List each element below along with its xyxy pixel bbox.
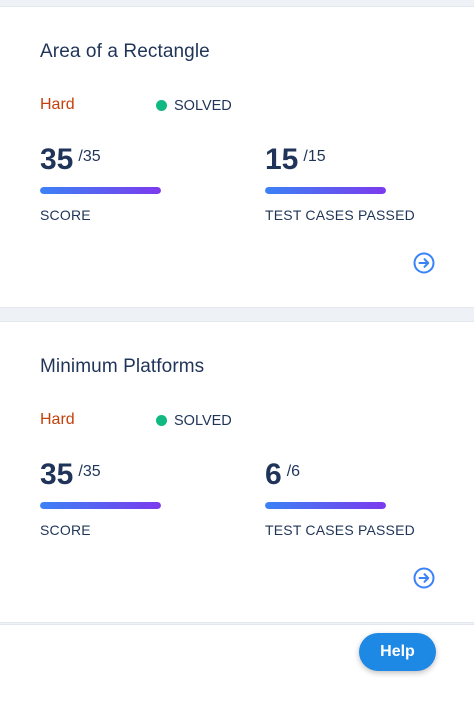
- test-cases-metric: 15 /15 TEST CASES PASSED: [265, 143, 415, 223]
- solved-dot-icon: [156, 415, 167, 426]
- problem-title: Minimum Platforms: [40, 356, 205, 377]
- test-cases-metric: 6 /6 TEST CASES PASSED: [265, 458, 415, 538]
- test-cases-progress-bar: [265, 502, 386, 509]
- problem-card: Area of a Rectangle Hard SOLVED 35 /35 S…: [0, 6, 474, 308]
- status-badge: SOLVED: [156, 96, 232, 115]
- test-cases-progress-bar: [265, 187, 386, 194]
- test-cases-value: 6: [265, 458, 282, 491]
- test-cases-total: /6: [286, 463, 301, 480]
- score-total: /35: [78, 463, 101, 480]
- problem-title: Area of a Rectangle: [40, 41, 210, 62]
- score-label: SCORE: [40, 207, 91, 223]
- test-cases-total: /15: [303, 148, 326, 165]
- test-cases-label: TEST CASES PASSED: [265, 522, 415, 538]
- status-label: SOLVED: [174, 97, 232, 114]
- score-metric: 35 /35 SCORE: [40, 143, 161, 223]
- difficulty-label: Hard: [40, 411, 75, 428]
- help-button[interactable]: Help: [359, 633, 436, 671]
- open-problem-button[interactable]: [413, 567, 435, 589]
- solved-dot-icon: [156, 100, 167, 111]
- score-value: 35: [40, 458, 74, 491]
- arrow-right-circle-icon: [413, 567, 435, 589]
- problem-card: Minimum Platforms Hard SOLVED 35 /35 SCO…: [0, 321, 474, 623]
- score-value: 35: [40, 143, 74, 176]
- test-cases-progress-fill: [265, 187, 386, 194]
- score-label: SCORE: [40, 522, 91, 538]
- status-badge: SOLVED: [156, 411, 232, 430]
- score-metric: 35 /35 SCORE: [40, 458, 161, 538]
- score-progress-bar: [40, 502, 161, 509]
- test-cases-progress-fill: [265, 502, 386, 509]
- score-total: /35: [78, 148, 101, 165]
- open-problem-button[interactable]: [413, 252, 435, 274]
- difficulty-label: Hard: [40, 96, 75, 113]
- score-progress-fill: [40, 502, 161, 509]
- score-progress-fill: [40, 187, 161, 194]
- test-cases-label: TEST CASES PASSED: [265, 207, 415, 223]
- score-progress-bar: [40, 187, 161, 194]
- test-cases-value: 15: [265, 143, 299, 176]
- status-label: SOLVED: [174, 412, 232, 429]
- arrow-right-circle-icon: [413, 252, 435, 274]
